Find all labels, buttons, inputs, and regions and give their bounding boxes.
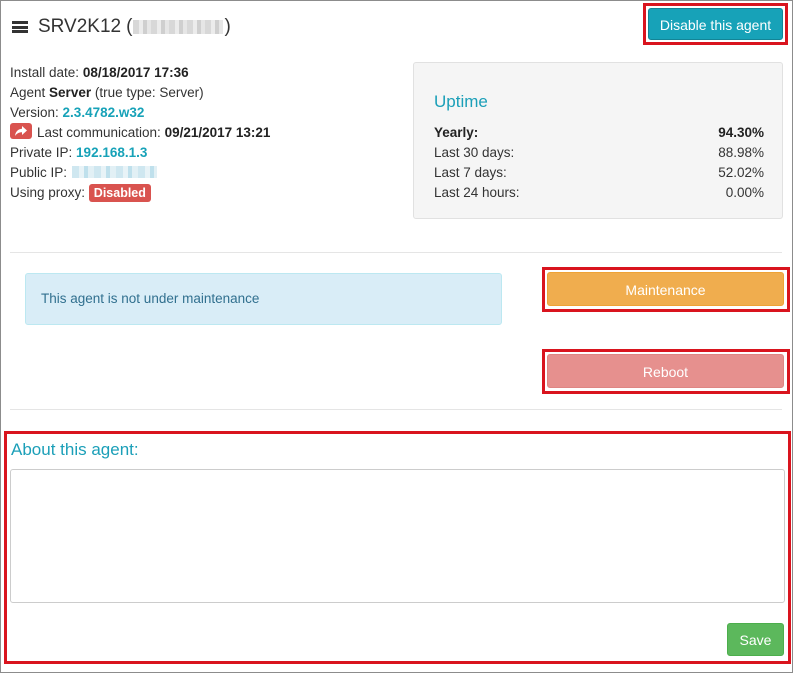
uptime-label: Last 30 days: (434, 145, 515, 160)
server-icon (12, 21, 28, 33)
uptime-panel: Uptime Yearly: 94.30% Last 30 days: 88.9… (413, 62, 783, 219)
about-agent-textarea[interactable] (10, 469, 785, 603)
uptime-value: 0.00% (725, 185, 764, 200)
install-date-label: Install date: (10, 65, 80, 80)
install-date-row: Install date: 08/18/2017 17:36 (10, 63, 270, 83)
uptime-value: 94.30% (718, 125, 764, 140)
last-communication-row: Last communication: 09/21/2017 13:21 (10, 123, 270, 143)
redacted-public-ip (71, 166, 157, 178)
open-paren: ( (126, 16, 133, 37)
redacted-hostname (133, 20, 224, 34)
private-ip-label: Private IP: (10, 145, 73, 160)
private-ip-row: Private IP: 192.168.1.3 (10, 143, 270, 163)
agent-type-row: Agent Server (true type: Server) (10, 83, 270, 103)
maintenance-status-alert: This agent is not under maintenance (25, 273, 502, 325)
agent-name: SRV2K12 (38, 16, 122, 37)
proxy-status-badge: Disabled (88, 184, 151, 202)
maintenance-button[interactable]: Maintenance (547, 272, 784, 306)
last-communication-label: Last communication: (37, 125, 161, 140)
agent-info: Install date: 08/18/2017 17:36 Agent Ser… (10, 63, 270, 203)
divider (10, 252, 782, 253)
agent-true-type: (true type: Server) (94, 85, 204, 100)
share-arrow-icon (10, 123, 32, 139)
uptime-row: Last 7 days: 52.02% (434, 163, 764, 183)
close-paren: ) (224, 16, 231, 37)
uptime-row: Last 30 days: 88.98% (434, 143, 764, 163)
disable-agent-button[interactable]: Disable this agent (648, 8, 783, 40)
uptime-title: Uptime (434, 92, 488, 111)
uptime-row: Last 24 hours: 0.00% (434, 183, 764, 203)
private-ip-value: 192.168.1.3 (76, 145, 148, 160)
uptime-label: Last 7 days: (434, 165, 507, 180)
save-button[interactable]: Save (727, 623, 784, 656)
agent-title: SRV2K12 ( ) (12, 16, 231, 38)
last-communication-value: 09/21/2017 13:21 (164, 125, 271, 140)
uptime-table: Yearly: 94.30% Last 30 days: 88.98% Last… (434, 123, 764, 203)
divider (10, 409, 782, 410)
version-value: 2.3.4782.w32 (62, 105, 145, 120)
uptime-value: 52.02% (718, 165, 764, 180)
about-agent-label: About this agent: (11, 440, 139, 459)
public-ip-row: Public IP: (10, 163, 270, 183)
uptime-label: Last 24 hours: (434, 185, 520, 200)
reboot-button[interactable]: Reboot (547, 354, 784, 388)
agent-type-value: Server (49, 85, 92, 100)
version-row: Version: 2.3.4782.w32 (10, 103, 270, 123)
uptime-value: 88.98% (718, 145, 764, 160)
version-label: Version: (10, 105, 59, 120)
proxy-label: Using proxy: (10, 185, 86, 200)
proxy-row: Using proxy: Disabled (10, 183, 270, 203)
install-date-value: 08/18/2017 17:36 (82, 65, 189, 80)
public-ip-label: Public IP: (10, 165, 68, 180)
uptime-row: Yearly: 94.30% (434, 123, 764, 143)
agent-prefix: Agent (10, 85, 46, 100)
uptime-label: Yearly: (434, 125, 479, 140)
